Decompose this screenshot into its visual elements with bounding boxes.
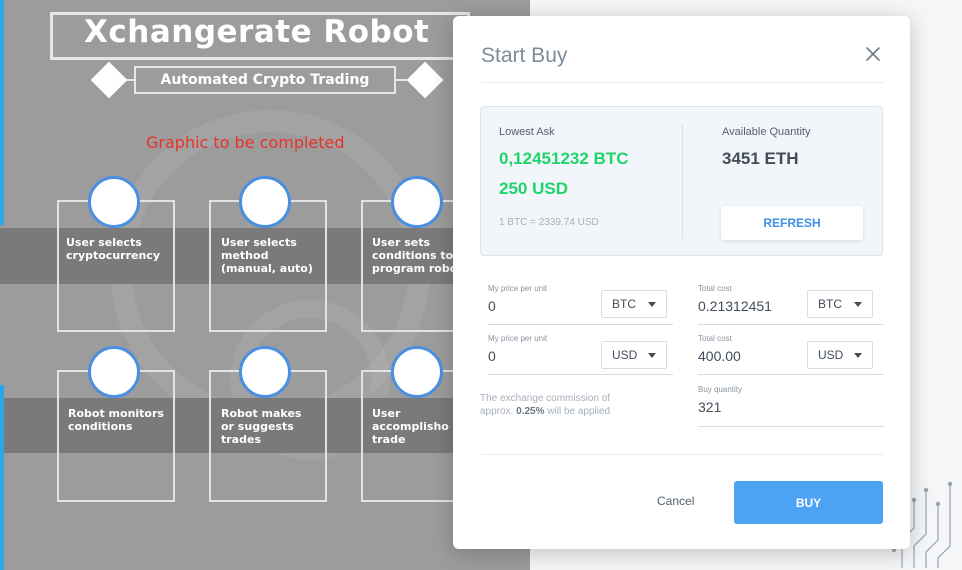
step-circle bbox=[391, 346, 443, 398]
field-label: My price per unit bbox=[488, 284, 548, 293]
select-value: BTC bbox=[818, 297, 842, 311]
panel-divider bbox=[682, 125, 683, 239]
caret-down-icon bbox=[648, 301, 656, 307]
step-line: method bbox=[221, 249, 269, 262]
step-line: trades bbox=[221, 433, 261, 446]
field-value: 0 bbox=[488, 298, 496, 314]
available-quantity-value: 3451 ETH bbox=[722, 149, 799, 168]
placeholder-note: Graphic to be completed bbox=[146, 133, 345, 152]
commission-note: The exchange commission of approx. 0.25%… bbox=[480, 392, 645, 418]
divider bbox=[481, 82, 884, 83]
caret-down-icon bbox=[854, 352, 862, 358]
lowest-ask-label: Lowest Ask bbox=[499, 126, 555, 138]
cancel-button[interactable]: Cancel bbox=[657, 494, 694, 508]
refresh-button[interactable]: REFRESH bbox=[721, 206, 863, 240]
buy-quantity-field[interactable]: Buy quantity 321 bbox=[698, 385, 884, 427]
step-circle bbox=[239, 176, 291, 228]
step-line: Robot monitors bbox=[68, 407, 164, 420]
step-line: Robot makes bbox=[221, 407, 302, 420]
currency-select-btc[interactable]: BTC bbox=[601, 290, 667, 318]
select-value: BTC bbox=[612, 297, 636, 311]
select-value: USD bbox=[818, 348, 844, 362]
step-circle bbox=[239, 346, 291, 398]
lowest-ask-btc: 0,12451232 BTC bbox=[499, 149, 629, 168]
step-circle bbox=[391, 176, 443, 228]
field-value: 0 bbox=[488, 348, 496, 364]
step-line: User selects bbox=[66, 236, 142, 249]
select-value: USD bbox=[612, 348, 638, 362]
field-label: My price per unit bbox=[488, 334, 548, 343]
step-circle bbox=[88, 346, 140, 398]
step-text: User selects cryptocurrency bbox=[66, 236, 178, 262]
field-value: 0.21312451 bbox=[698, 298, 772, 314]
caret-down-icon bbox=[648, 352, 656, 358]
step-text: Robot monitors conditions bbox=[68, 407, 180, 433]
diamond-icon bbox=[90, 61, 128, 99]
buy-button[interactable]: BUY bbox=[734, 481, 883, 524]
commission-text: will be applied bbox=[547, 406, 611, 417]
market-info-panel: Lowest Ask 0,12451232 BTC 250 USD 1 BTC … bbox=[480, 106, 883, 256]
field-value: 321 bbox=[698, 399, 722, 415]
field-label: Total cost bbox=[698, 334, 732, 343]
field-underline bbox=[488, 324, 673, 325]
start-buy-dialog: Start Buy Lowest Ask 0,12451232 BTC 250 … bbox=[453, 16, 910, 549]
field-label: Total cost bbox=[698, 284, 732, 293]
field-underline bbox=[698, 324, 884, 325]
currency-select-usd[interactable]: USD bbox=[601, 341, 667, 369]
step-text: Robot makes or suggests trades bbox=[221, 407, 333, 446]
step-line: (manual, auto) bbox=[221, 262, 313, 275]
close-button[interactable] bbox=[859, 40, 887, 68]
diamond-icon bbox=[406, 61, 444, 99]
field-underline bbox=[488, 374, 673, 375]
infographic-background: Xchangerate Robot Automated Crypto Tradi… bbox=[0, 0, 530, 570]
field-value: 400.00 bbox=[698, 348, 741, 364]
step-text: User selects method (manual, auto) bbox=[221, 236, 333, 275]
step-line: cryptocurrency bbox=[66, 249, 160, 262]
lowest-ask-usd: 250 USD bbox=[499, 179, 568, 198]
infographic-subtitle: Automated Crypto Trading bbox=[160, 72, 370, 88]
step-line: or suggests bbox=[221, 420, 294, 433]
accent-edge bbox=[0, 385, 4, 570]
divider bbox=[481, 454, 884, 455]
step-line: conditions bbox=[68, 420, 133, 433]
close-icon bbox=[866, 47, 880, 61]
step-line: User selects bbox=[221, 236, 297, 249]
currency-select-usd-total[interactable]: USD bbox=[807, 341, 873, 369]
exchange-rate: 1 BTC = 2339.74 USD bbox=[499, 217, 599, 228]
step-circle bbox=[88, 176, 140, 228]
field-underline bbox=[698, 374, 884, 375]
field-label: Buy quantity bbox=[698, 385, 743, 394]
currency-select-btc-total[interactable]: BTC bbox=[807, 290, 873, 318]
caret-down-icon bbox=[854, 301, 862, 307]
accent-edge bbox=[0, 0, 4, 225]
dialog-title: Start Buy bbox=[481, 44, 568, 67]
available-quantity-label: Available Quantity bbox=[722, 126, 811, 138]
infographic-title: Xchangerate Robot bbox=[84, 14, 430, 50]
field-underline bbox=[698, 426, 884, 427]
commission-percent: 0.25% bbox=[516, 406, 545, 417]
